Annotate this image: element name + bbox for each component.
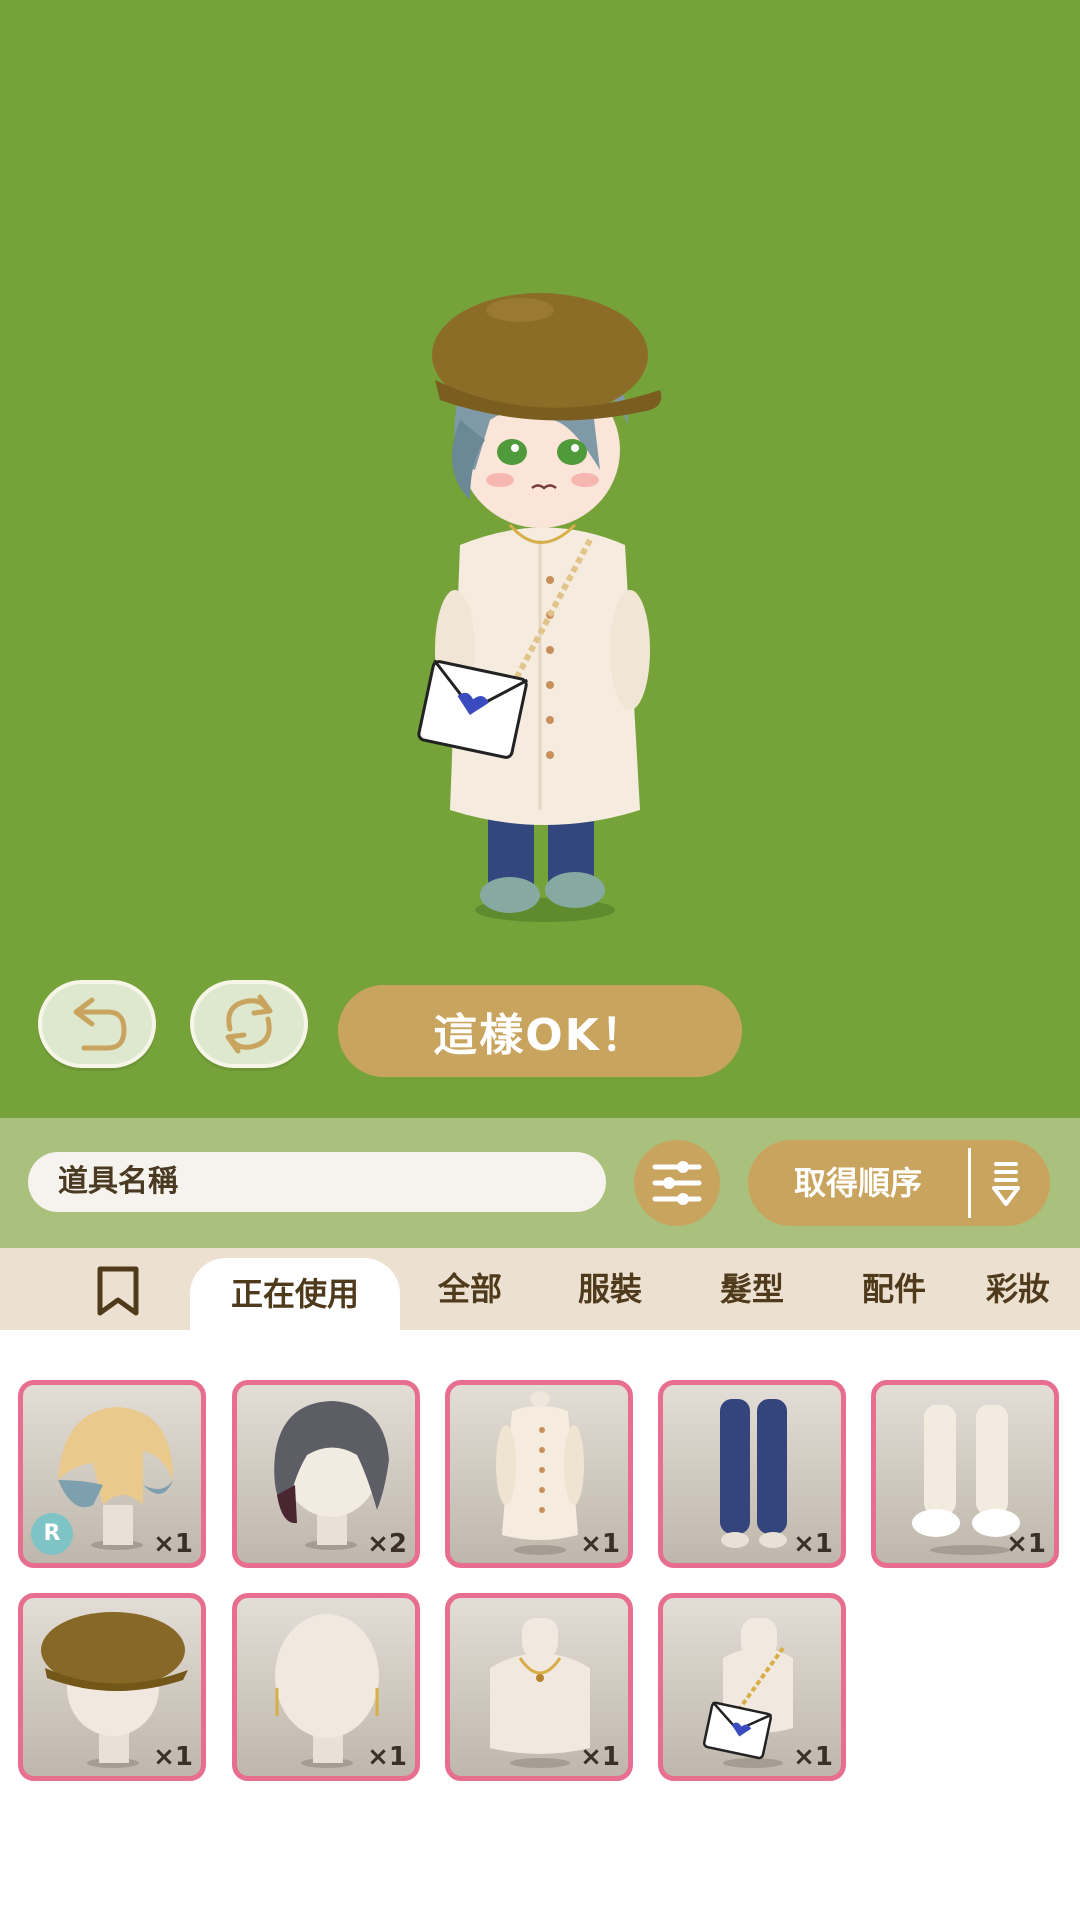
item-count: ×2: [367, 1529, 407, 1559]
item-card-brown-newsboy-cap[interactable]: ×1: [18, 1593, 206, 1781]
search-bar: 道具名稱 取得順序: [0, 1118, 1080, 1248]
rarity-badge: R: [31, 1513, 73, 1555]
item-count: ×1: [1006, 1529, 1046, 1559]
sliders-icon: [652, 1161, 702, 1205]
undo-button[interactable]: [38, 980, 156, 1068]
sort-order-button[interactable]: 取得順序: [748, 1140, 1050, 1226]
filter-button[interactable]: [634, 1140, 720, 1226]
tab-makeup[interactable]: 彩妝: [986, 1248, 1080, 1330]
item-count: ×1: [153, 1742, 193, 1772]
reset-button[interactable]: [190, 980, 308, 1068]
item-count: ×1: [793, 1529, 833, 1559]
item-card-envelope-chain-bag[interactable]: ×1: [658, 1593, 846, 1781]
item-name-search-input[interactable]: 道具名稱: [28, 1152, 606, 1212]
item-card-dark-wavy-hair[interactable]: ×2: [232, 1380, 420, 1568]
sort-label: 取得順序: [794, 1164, 923, 1202]
avatar-character: [417, 293, 662, 922]
bookmark-icon[interactable]: [96, 1266, 140, 1316]
item-card-denim-leggings[interactable]: ×1: [658, 1380, 846, 1568]
tab-accessories[interactable]: 配件: [844, 1248, 944, 1330]
item-card-cream-long-coat[interactable]: ×1: [445, 1380, 633, 1568]
item-count: ×1: [367, 1742, 407, 1772]
refresh-icon: [225, 994, 273, 1054]
item-count: ×1: [793, 1742, 833, 1772]
item-card-gold-drop-earrings[interactable]: ×1: [232, 1593, 420, 1781]
tab-hairstyle[interactable]: 髮型: [702, 1248, 802, 1330]
undo-icon: [73, 997, 127, 1051]
confirm-ok-button[interactable]: 這樣OK！: [338, 985, 742, 1077]
category-tab-bar: 正在使用 全部 服裝 髮型 配件 彩妝: [0, 1248, 1080, 1330]
tab-in-use[interactable]: 正在使用: [190, 1258, 400, 1330]
sort-divider: [968, 1148, 971, 1218]
item-count: ×1: [580, 1742, 620, 1772]
tab-clothing[interactable]: 服裝: [560, 1248, 660, 1330]
item-count: ×1: [153, 1529, 193, 1559]
tab-all[interactable]: 全部: [420, 1248, 520, 1330]
avatar-stage: 這樣OK！: [0, 0, 1080, 1118]
item-card-gold-necklace[interactable]: ×1: [445, 1593, 633, 1781]
sort-descending-icon: [992, 1162, 1020, 1206]
item-count: ×1: [580, 1529, 620, 1559]
item-card-white-socks-shoes[interactable]: ×1: [871, 1380, 1059, 1568]
item-card-gradient-hair[interactable]: R ×1: [18, 1380, 206, 1568]
